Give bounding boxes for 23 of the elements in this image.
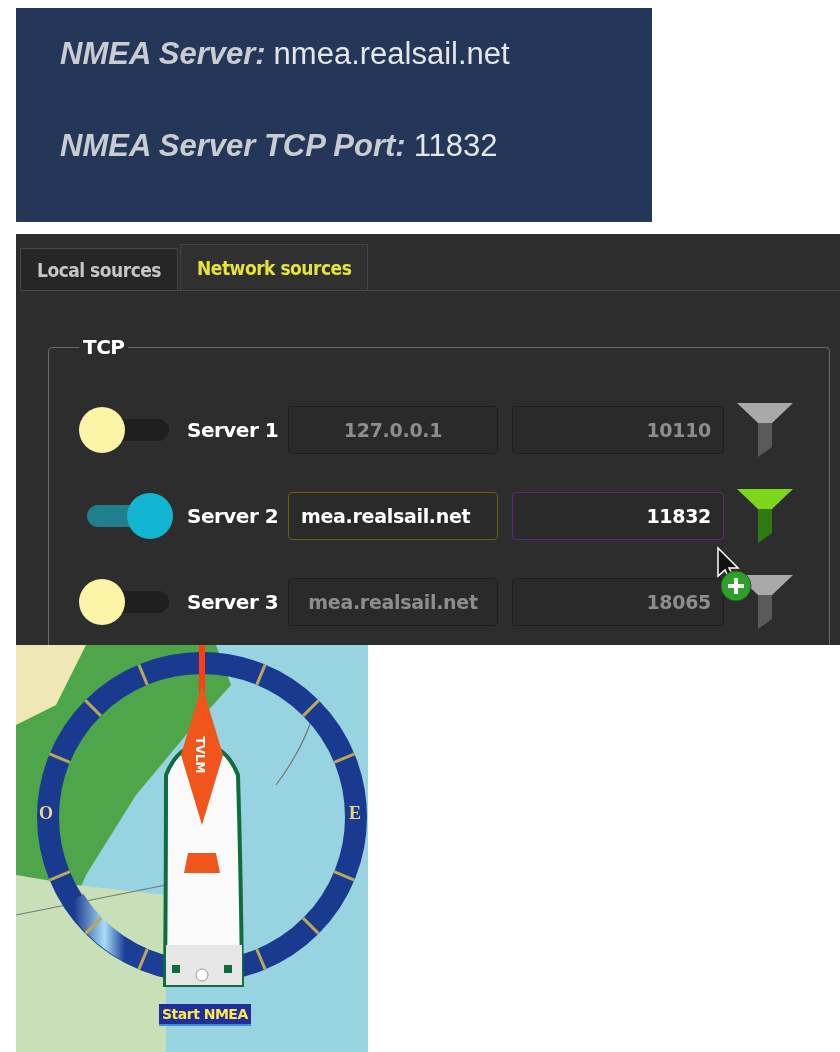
host-field[interactable]: mea.realsail.net [288,578,498,626]
field-value: nmea.realsail.net [273,36,510,72]
tab[interactable]: Network sources [180,244,369,290]
filter-icon[interactable] [736,487,794,545]
sail-label: TVLM [193,736,207,774]
host-field[interactable]: 127.0.0.1 [288,406,498,454]
filter-icon[interactable] [736,401,794,459]
field-label: NMEA Server TCP Port: [60,128,406,164]
port-field[interactable]: 10110 [512,406,724,454]
port-field[interactable]: 11832 [512,492,724,540]
host-field[interactable]: mea.realsail.net [288,492,498,540]
add-cursor-icon [714,546,752,604]
start-nmea-button[interactable]: Start NMEA [159,1004,251,1026]
server-label: Server 2 [186,504,280,528]
server-label: Server 3 [186,590,280,614]
field-label: NMEA Server: [60,36,266,72]
field-value: 11832 [413,128,498,164]
port-field[interactable]: 18065 [512,578,724,626]
server-label: Server 1 [186,418,280,442]
compass-label: O [39,803,53,823]
group-title: TCP [82,335,126,359]
tab[interactable]: Local sources [20,248,179,290]
compass-label: E [349,803,361,823]
